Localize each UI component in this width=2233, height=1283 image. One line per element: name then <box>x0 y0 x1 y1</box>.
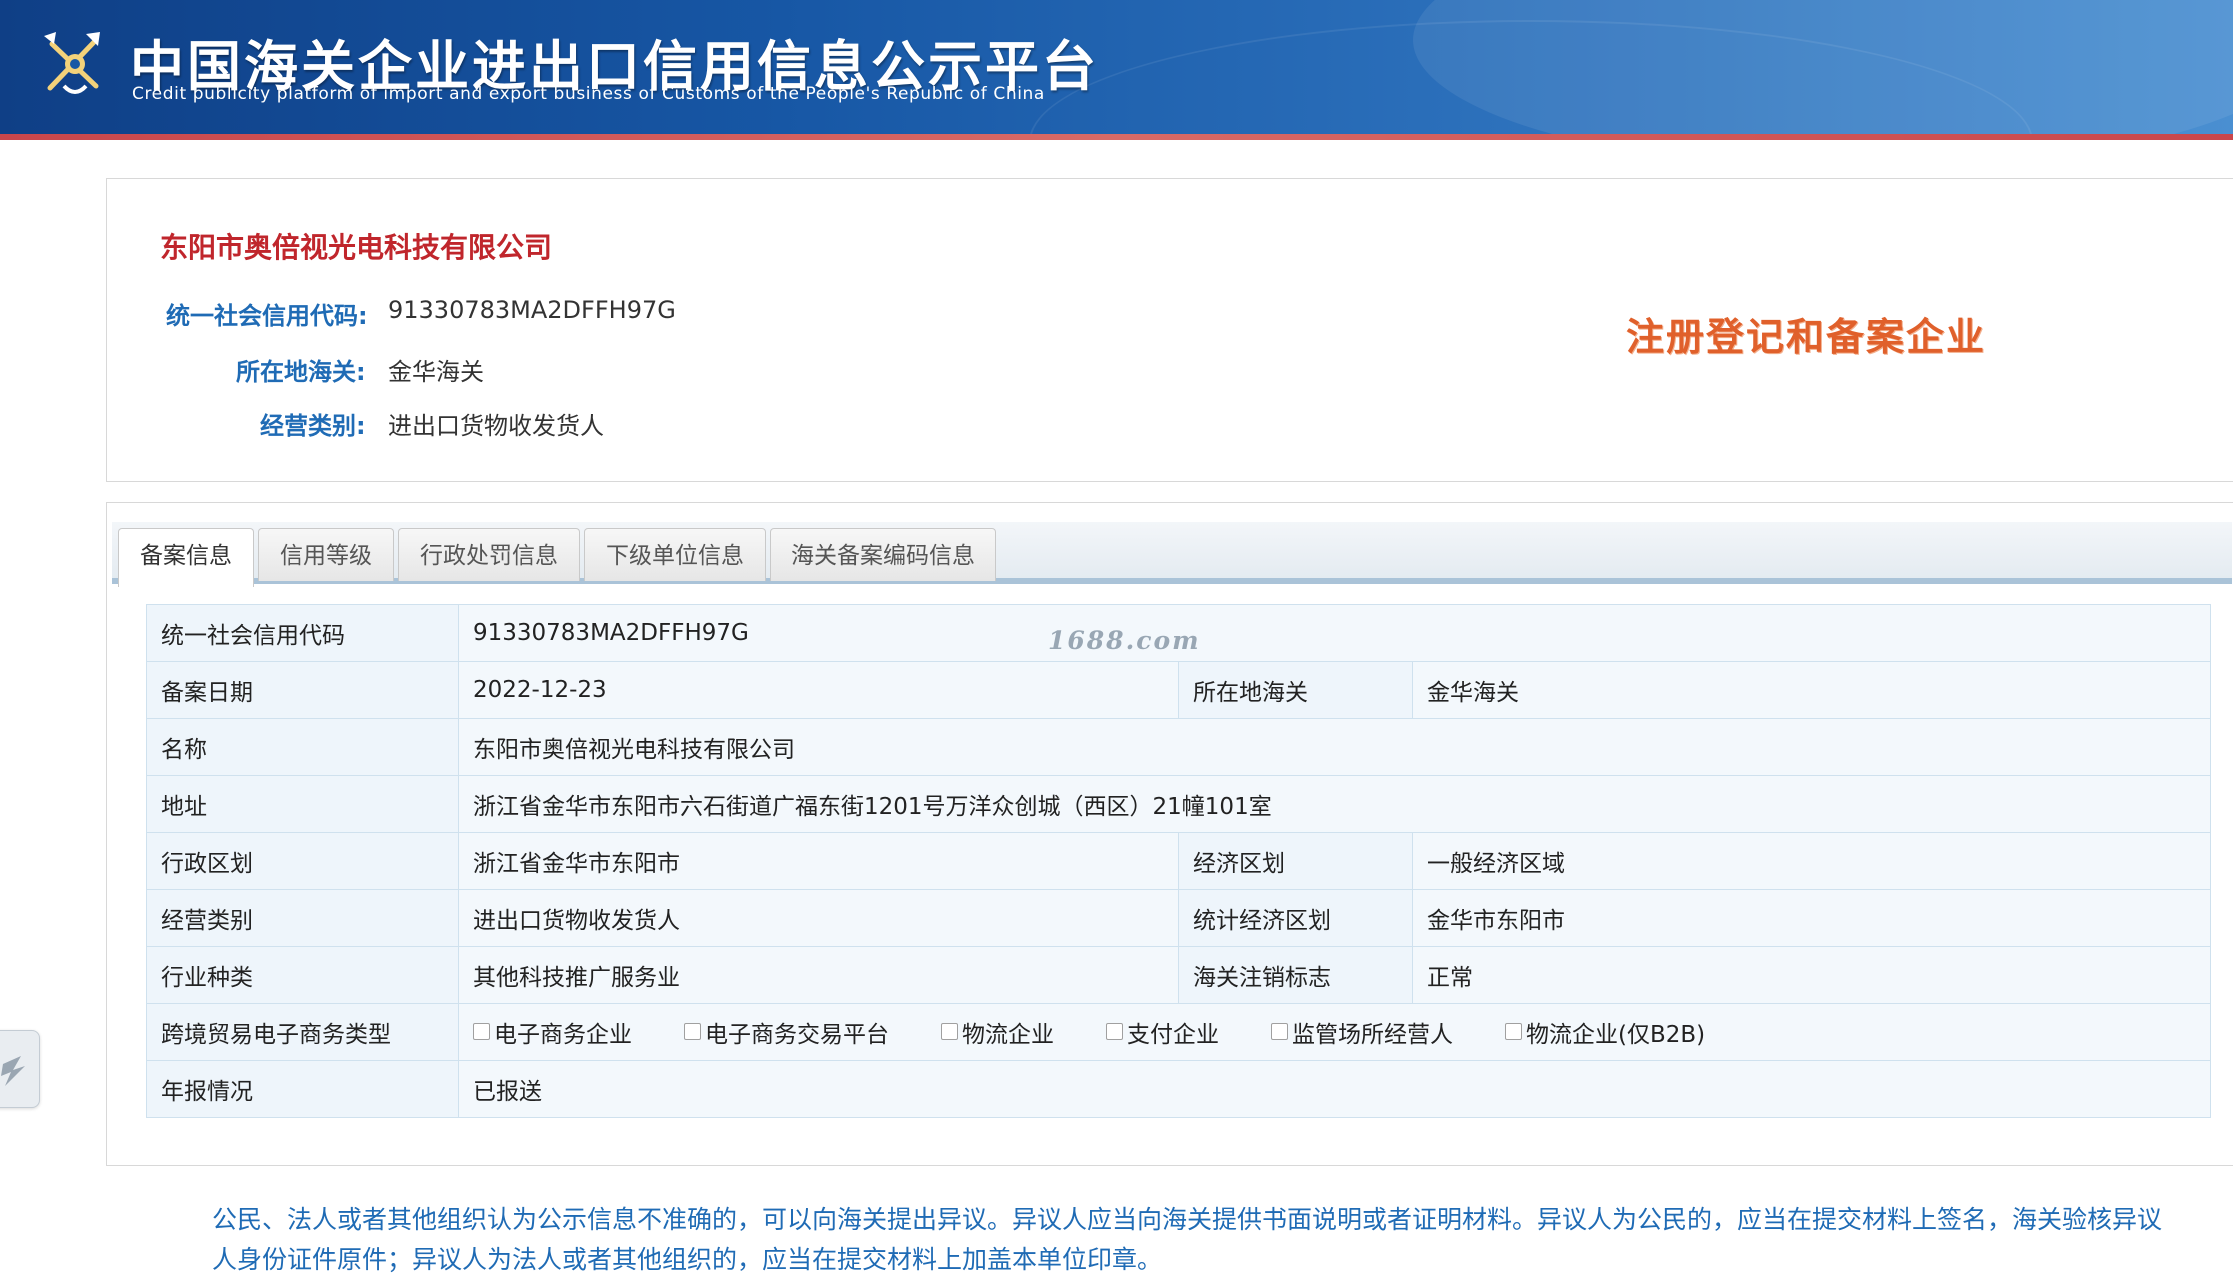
business-type-label: 经营类别 <box>146 889 459 947</box>
economic-zone-label: 经济区划 <box>1178 832 1413 890</box>
table-row: 年报情况 已报送 <box>146 1060 2212 1118</box>
table-row: 备案日期 2022-12-23 所在地海关 金华海关 <box>146 661 2212 719</box>
page-root: 中国海关企业进出口信用信息公示平台 Credit publicity platf… <box>0 0 2233 1283</box>
checkbox-label: 电子商务交易平台 <box>705 1022 889 1048</box>
customs-emblem-icon <box>44 32 100 94</box>
registration-status-stamp: 注册登记和备案企业 <box>1626 315 1987 359</box>
checkbox[interactable] <box>941 1023 958 1040</box>
ecommerce-type-label: 跨境贸易电子商务类型 <box>146 1003 459 1061</box>
table-row: 名称 东阳市奥倍视光电科技有限公司 <box>146 718 2212 776</box>
address-value: 浙江省金华市东阳市六石街道广福东街1201号万洋众创城（西区）21幢101室 <box>457 775 2212 833</box>
industry-label: 行业种类 <box>146 946 459 1004</box>
ecommerce-option: 物流企业(仅B2B) <box>1505 1015 1705 1049</box>
summary-value: 进出口货物收发货人 <box>388 412 604 440</box>
tab-customs-code[interactable]: 海关备案编码信息 <box>770 528 996 581</box>
checkbox-label: 监管场所经营人 <box>1292 1022 1453 1048</box>
summary-value: 金华海关 <box>388 358 484 386</box>
tab-admin-penalty[interactable]: 行政处罚信息 <box>398 528 580 581</box>
credit-code-label: 统一社会信用代码 <box>146 604 459 662</box>
checkbox[interactable] <box>1505 1023 1522 1040</box>
ecommerce-option: 支付企业 <box>1106 1015 1219 1049</box>
address-label: 地址 <box>146 775 459 833</box>
economic-zone-value: 一般经济区域 <box>1411 832 2212 890</box>
header-banner: 中国海关企业进出口信用信息公示平台 Credit publicity platf… <box>0 0 2233 134</box>
lightning-icon <box>1 1056 25 1086</box>
ecommerce-option: 电子商务企业 <box>473 1015 632 1049</box>
filing-detail-table: 统一社会信用代码 91330783MA2DFFH97G 备案日期 2022-12… <box>146 604 2212 1118</box>
table-row: 经营类别 进出口货物收发货人 统计经济区划 金华市东阳市 <box>146 889 2212 947</box>
deregistration-label: 海关注销标志 <box>1178 946 1413 1004</box>
checkbox-label: 物流企业(仅B2B) <box>1526 1022 1706 1048</box>
ecommerce-type-options: 电子商务企业 电子商务交易平台 物流企业 支付企业 监管场所经营人 物流企业(仅B2B) <box>457 1003 2212 1061</box>
stat-region-label: 统计经济区划 <box>1178 889 1413 947</box>
annual-report-label: 年报情况 <box>146 1060 459 1118</box>
checkbox-label: 物流企业 <box>962 1022 1054 1048</box>
ecommerce-option: 物流企业 <box>941 1015 1054 1049</box>
business-type-value: 进出口货物收发货人 <box>458 889 1179 947</box>
annual-report-value: 已报送 <box>457 1060 2212 1118</box>
checkbox[interactable] <box>1271 1023 1288 1040</box>
deregistration-value: 正常 <box>1411 946 2212 1004</box>
tab-filing-info[interactable]: 备案信息 <box>118 528 254 587</box>
company-name-heading: 东阳市奥倍视光电科技有限公司 <box>160 231 553 264</box>
admin-region-value: 浙江省金华市东阳市 <box>458 832 1179 890</box>
filing-date-value: 2022-12-23 <box>458 661 1179 719</box>
table-row: 地址 浙江省金华市东阳市六石街道广福东街1201号万洋众创城（西区）21幢101… <box>146 775 2212 833</box>
ecommerce-option: 电子商务交易平台 <box>684 1015 889 1049</box>
table-row: 行业种类 其他科技推广服务业 海关注销标志 正常 <box>146 946 2212 1004</box>
admin-region-label: 行政区划 <box>146 832 459 890</box>
checkbox-label: 电子商务企业 <box>494 1022 632 1048</box>
name-label: 名称 <box>146 718 459 776</box>
table-row: 行政区划 浙江省金华市东阳市 经济区划 一般经济区域 <box>146 832 2212 890</box>
checkbox[interactable] <box>473 1023 490 1040</box>
credit-code-value: 91330783MA2DFFH97G <box>457 604 2212 662</box>
summary-label: 统一社会信用代码: <box>166 302 368 330</box>
customs-value: 金华海关 <box>1411 661 2212 719</box>
checkbox[interactable] <box>684 1023 701 1040</box>
summary-value: 91330783MA2DFFH97G <box>388 296 676 324</box>
stat-region-value: 金华市东阳市 <box>1411 889 2212 947</box>
ecommerce-option: 监管场所经营人 <box>1271 1015 1453 1049</box>
table-row: 跨境贸易电子商务类型 电子商务企业 电子商务交易平台 物流企业 支付企业 监管场所经营人… <box>146 1003 2212 1061</box>
side-float-button[interactable] <box>0 1030 40 1108</box>
watermark-text: 1688.com <box>1048 626 1201 655</box>
site-subtitle: Credit publicity platform of import and … <box>132 84 1045 104</box>
checkbox[interactable] <box>1106 1023 1123 1040</box>
header-divider <box>0 134 2233 140</box>
tab-credit-rating[interactable]: 信用等级 <box>258 528 394 581</box>
filing-date-label: 备案日期 <box>146 661 459 719</box>
checkbox-label: 支付企业 <box>1127 1022 1219 1048</box>
objection-notice: 公民、法人或者其他组织认为公示信息不准确的，可以向海关提出异议。异议人应当向海关… <box>212 1205 2163 1274</box>
name-value: 东阳市奥倍视光电科技有限公司 <box>457 718 2212 776</box>
summary-label: 经营类别: <box>260 412 366 440</box>
customs-label: 所在地海关 <box>1178 661 1413 719</box>
industry-value: 其他科技推广服务业 <box>458 946 1179 1004</box>
summary-label: 所在地海关: <box>236 358 366 386</box>
tab-subordinate-units[interactable]: 下级单位信息 <box>584 528 766 581</box>
